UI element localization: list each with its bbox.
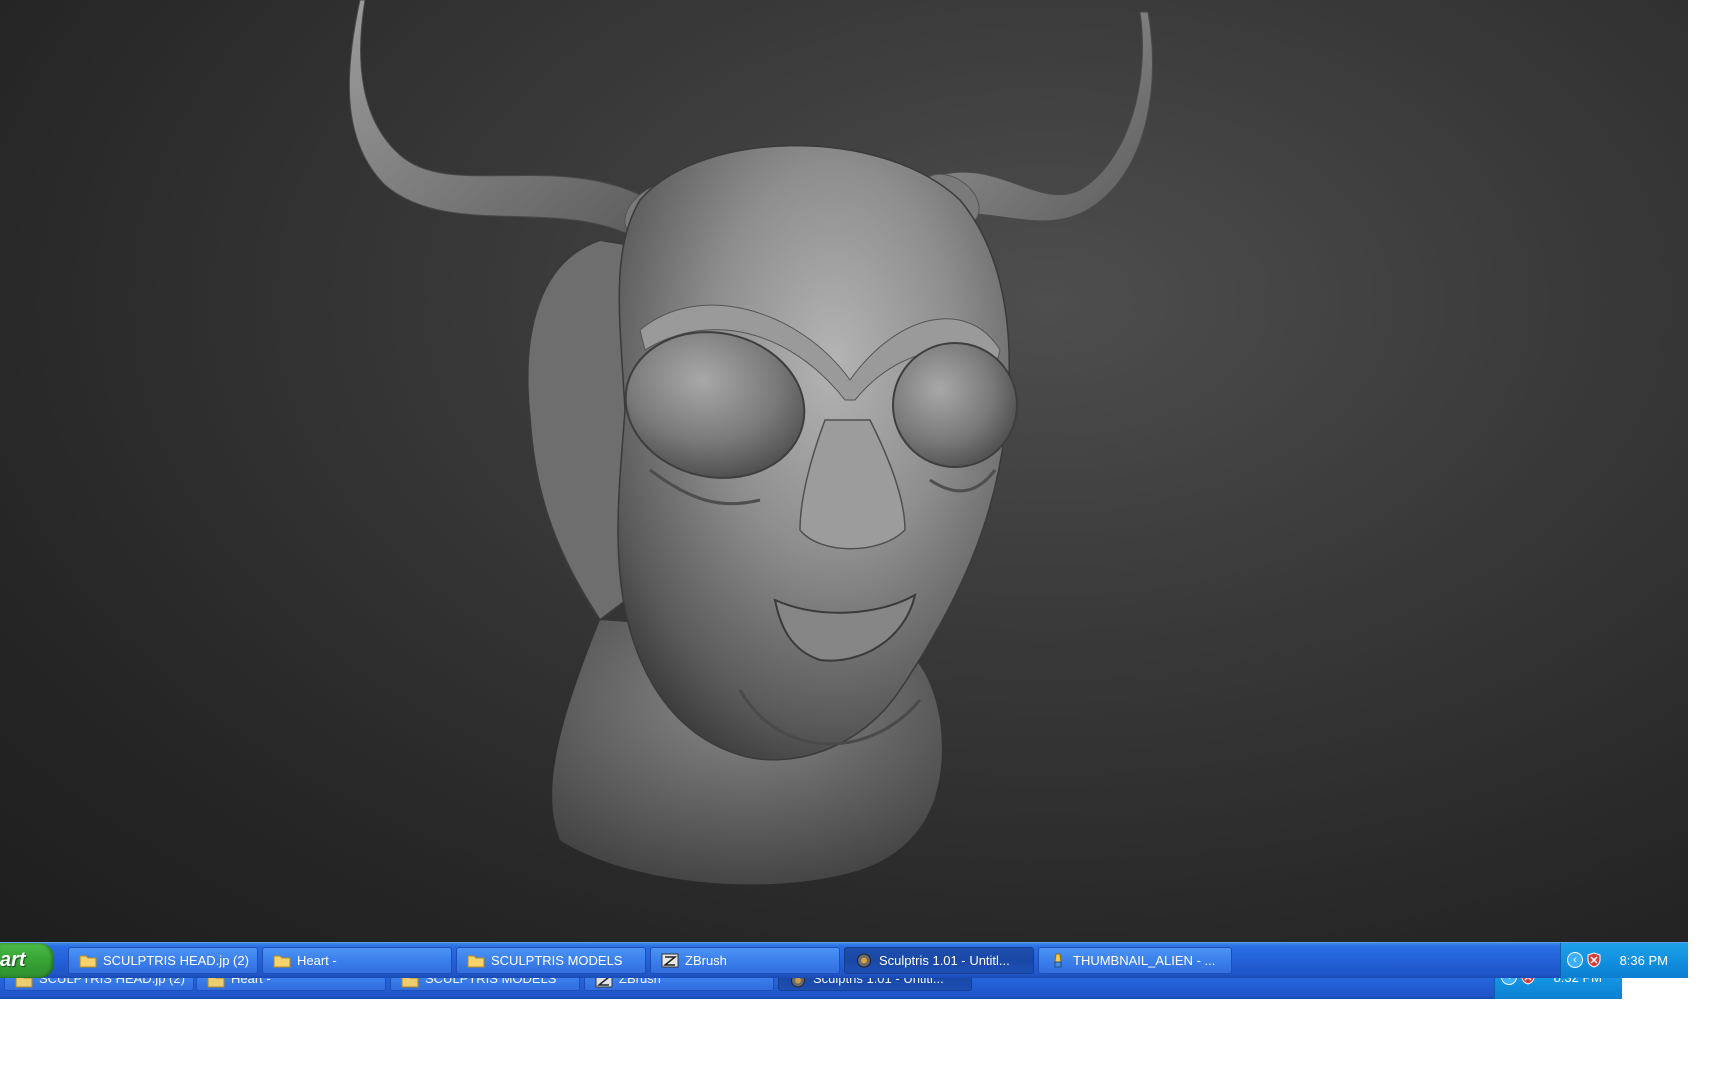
paint-icon bbox=[1054, 953, 1062, 968]
taskbar-button-label: SCULPTRIS HEAD.jp (2) bbox=[103, 953, 249, 968]
folder-icon bbox=[273, 955, 291, 968]
taskbar-button-label: ZBrush bbox=[685, 953, 727, 968]
sculpt-viewport[interactable] bbox=[0, 0, 1688, 942]
clock[interactable]: 8:36 PM bbox=[1620, 943, 1668, 978]
taskbar-button-sculptris-models[interactable]: SCULPTRIS MODELS bbox=[456, 947, 646, 974]
start-button[interactable]: art bbox=[0, 943, 54, 978]
taskbar-button-label: Heart - bbox=[297, 953, 337, 968]
taskbar-button-label: Sculptris 1.01 - Untitl... bbox=[879, 953, 1010, 968]
taskbar-button-zbrush[interactable]: ZBrush bbox=[650, 947, 840, 974]
taskbar-button-label: THUMBNAIL_ALIEN - ... bbox=[1073, 953, 1216, 968]
security-shield-icon[interactable] bbox=[1587, 952, 1601, 968]
alien-head-model[interactable] bbox=[0, 0, 1688, 942]
taskbar-button-label: SCULPTRIS MODELS bbox=[491, 953, 623, 968]
system-tray: ‹ 8:36 PM bbox=[1560, 943, 1688, 978]
sculptris-icon bbox=[857, 953, 871, 968]
folder-icon bbox=[467, 955, 485, 968]
taskbar-button-heart[interactable]: Heart - bbox=[262, 947, 452, 974]
taskbar-button-sculptris-head[interactable]: SCULPTRIS HEAD.jp (2) bbox=[68, 947, 258, 974]
taskbar: art SCULPTRIS HEAD.jp (2) Heart - SCULPT… bbox=[0, 942, 1688, 978]
folder-icon bbox=[79, 955, 97, 968]
expand-tray-icon[interactable]: ‹ bbox=[1567, 952, 1583, 968]
taskbar-button-thumbnail-alien[interactable]: THUMBNAIL_ALIEN - ... bbox=[1038, 947, 1232, 974]
taskbar-button-sculptris-app[interactable]: Sculptris 1.01 - Untitl... bbox=[844, 947, 1034, 974]
zbrush-icon bbox=[661, 953, 679, 968]
